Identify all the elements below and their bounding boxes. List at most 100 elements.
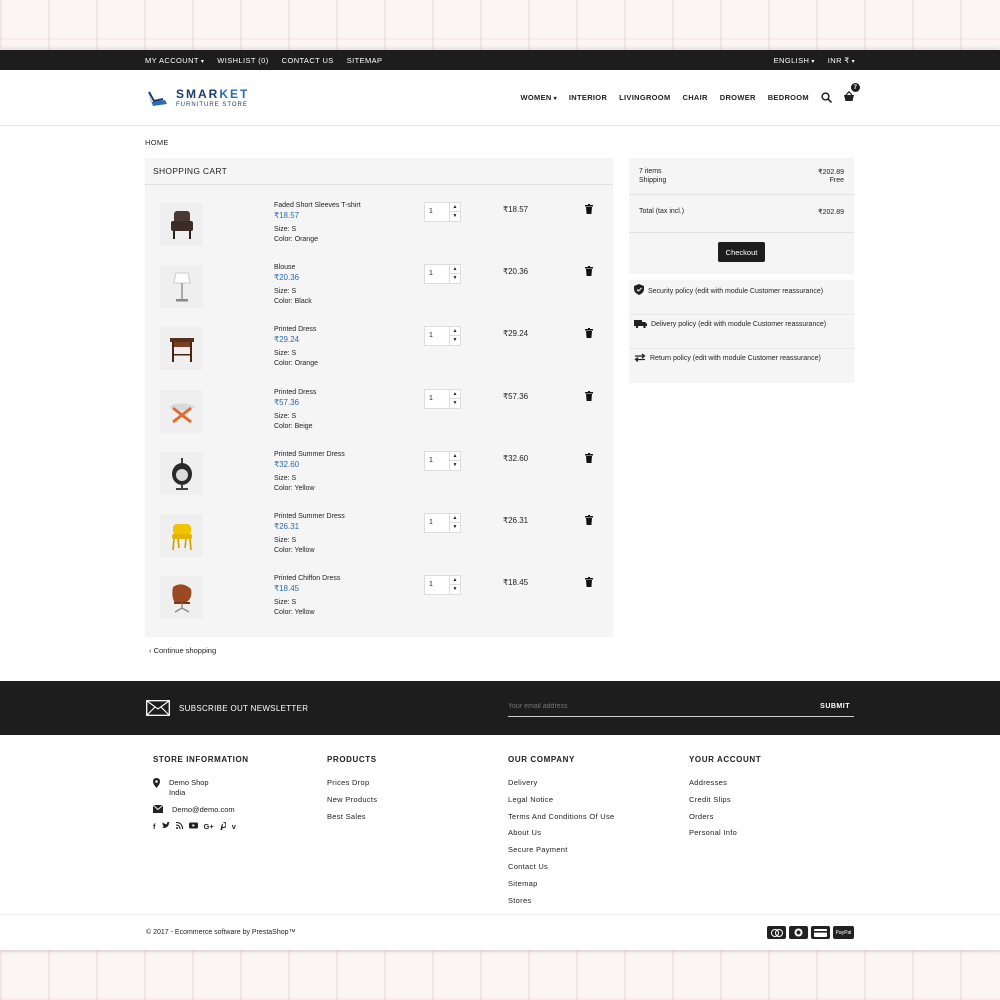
quantity-value[interactable]: 1 bbox=[429, 519, 433, 526]
quantity-up-icon[interactable]: ▲ bbox=[450, 327, 460, 336]
logo[interactable]: SMARKET FURNITURE STORE bbox=[145, 87, 249, 108]
quantity-up-icon[interactable]: ▲ bbox=[450, 265, 460, 274]
quantity-down-icon[interactable]: ▼ bbox=[450, 585, 460, 594]
trash-icon[interactable] bbox=[585, 453, 593, 463]
quantity-down-icon[interactable]: ▼ bbox=[450, 274, 460, 283]
quantity-stepper[interactable]: 1 ▲ ▼ bbox=[424, 326, 461, 346]
search-icon[interactable] bbox=[821, 92, 832, 103]
store-name: Demo Shop bbox=[169, 778, 209, 787]
quantity-down-icon[interactable]: ▼ bbox=[450, 212, 460, 221]
nav-item-drower[interactable]: DROWER bbox=[720, 93, 756, 102]
nav-item-livingroom[interactable]: LIVINGROOM bbox=[619, 93, 670, 102]
cart-button[interactable]: 7 bbox=[843, 83, 860, 104]
checkout-button[interactable]: Checkout bbox=[718, 242, 765, 262]
my-account-link[interactable]: MY ACCOUNT ▾ bbox=[145, 56, 204, 65]
quantity-up-icon[interactable]: ▲ bbox=[450, 390, 460, 399]
newsletter-email-input[interactable] bbox=[508, 703, 788, 710]
quantity-stepper[interactable]: 1 ▲ ▼ bbox=[424, 389, 461, 409]
quantity-stepper[interactable]: 1 ▲ ▼ bbox=[424, 451, 461, 471]
product-name-link[interactable]: Faded Short Sleeves T-shirt bbox=[274, 201, 361, 211]
nav-item-women[interactable]: WOMEN ▾ bbox=[521, 93, 557, 102]
store-country: India bbox=[169, 788, 186, 797]
breadcrumb[interactable]: HOME bbox=[145, 138, 169, 147]
summary-total-row: Total (tax incl.) ₹202.89 bbox=[639, 208, 844, 216]
footer-link-secure-payment[interactable]: Secure Payment bbox=[508, 845, 614, 854]
product-name-link[interactable]: Printed Summer Dress bbox=[274, 450, 345, 460]
quantity-value[interactable]: 1 bbox=[429, 270, 433, 277]
quantity-down-icon[interactable]: ▼ bbox=[450, 523, 460, 532]
footer-link-about-us[interactable]: About Us bbox=[508, 828, 614, 837]
product-name-link[interactable]: Blouse bbox=[274, 263, 312, 273]
product-name-link[interactable]: Printed Chiffon Dress bbox=[274, 574, 340, 584]
cart-row: Blouse ₹20.36 Size: S Color: Black 1 ▲ ▼ … bbox=[145, 263, 613, 325]
youtube-icon[interactable] bbox=[188, 822, 198, 829]
trash-icon[interactable] bbox=[585, 577, 593, 587]
quantity-value[interactable]: 1 bbox=[429, 332, 433, 339]
footer-link-orders[interactable]: Orders bbox=[689, 812, 761, 821]
footer-link-best-sales[interactable]: Best Sales bbox=[327, 812, 377, 821]
pinterest-icon[interactable] bbox=[220, 822, 226, 830]
contact-us-link[interactable]: CONTACT US bbox=[282, 56, 334, 65]
product-name-link[interactable]: Printed Summer Dress bbox=[274, 512, 345, 522]
product-thumbnail[interactable] bbox=[160, 327, 203, 370]
twitter-icon[interactable] bbox=[161, 822, 170, 829]
product-name-link[interactable]: Printed Dress bbox=[274, 388, 316, 398]
quantity-stepper[interactable]: 1 ▲ ▼ bbox=[424, 202, 461, 222]
wishlist-link[interactable]: WISHLIST (0) bbox=[217, 56, 268, 65]
product-thumbnail[interactable] bbox=[160, 452, 203, 495]
nav-item-interior[interactable]: INTERIOR bbox=[569, 93, 607, 102]
quantity-stepper[interactable]: 1 ▲ ▼ bbox=[424, 264, 461, 284]
footer-link-personal-info[interactable]: Personal Info bbox=[689, 828, 761, 837]
quantity-stepper[interactable]: 1 ▲ ▼ bbox=[424, 575, 461, 595]
facebook-icon[interactable]: f bbox=[153, 822, 156, 831]
quantity-down-icon[interactable]: ▼ bbox=[450, 336, 460, 345]
trash-icon[interactable] bbox=[585, 515, 593, 525]
quantity-value[interactable]: 1 bbox=[429, 395, 433, 402]
currency-selector[interactable]: INR ₹ ▾ bbox=[828, 56, 855, 65]
nav-item-bedroom[interactable]: BEDROOM bbox=[768, 93, 809, 102]
footer-link-addresses[interactable]: Addresses bbox=[689, 778, 761, 787]
quantity-value[interactable]: 1 bbox=[429, 457, 433, 464]
quantity-up-icon[interactable]: ▲ bbox=[450, 203, 460, 212]
footer-link-legal-notice[interactable]: Legal Notice bbox=[508, 795, 614, 804]
product-name-link[interactable]: Printed Dress bbox=[274, 325, 318, 335]
quantity-stepper[interactable]: 1 ▲ ▼ bbox=[424, 513, 461, 533]
sitemap-link[interactable]: SITEMAP bbox=[347, 56, 383, 65]
continue-shopping-link[interactable]: ‹ Continue shopping bbox=[149, 646, 216, 655]
footer-link-new-products[interactable]: New Products bbox=[327, 795, 377, 804]
footer-link-delivery[interactable]: Delivery bbox=[508, 778, 614, 787]
footer-link-credit-slips[interactable]: Credit Slips bbox=[689, 795, 761, 804]
product-thumbnail[interactable] bbox=[160, 514, 203, 557]
footer-link-contact-us[interactable]: Contact Us bbox=[508, 862, 614, 871]
google-plus-icon[interactable]: G+ bbox=[204, 822, 214, 831]
product-color: Color: Yellow bbox=[274, 485, 315, 492]
trash-icon[interactable] bbox=[585, 266, 593, 276]
store-email-link[interactable]: Demo@demo.com bbox=[172, 805, 235, 815]
footer-link-stores[interactable]: Stores bbox=[508, 896, 614, 905]
quantity-up-icon[interactable]: ▲ bbox=[450, 452, 460, 461]
quantity-down-icon[interactable]: ▼ bbox=[450, 399, 460, 408]
product-thumbnail[interactable] bbox=[160, 203, 203, 246]
rss-icon[interactable] bbox=[175, 822, 183, 829]
product-thumbnail[interactable] bbox=[160, 265, 203, 308]
nav-item-chair[interactable]: CHAIR bbox=[683, 93, 708, 102]
quantity-down-icon[interactable]: ▼ bbox=[450, 461, 460, 470]
trash-icon[interactable] bbox=[585, 391, 593, 401]
product-thumbnail[interactable] bbox=[160, 576, 203, 619]
quantity-value[interactable]: 1 bbox=[429, 581, 433, 588]
shield-icon bbox=[634, 284, 644, 295]
product-thumbnail[interactable] bbox=[160, 390, 203, 433]
product-size: Size: S bbox=[274, 350, 297, 357]
trash-icon[interactable] bbox=[585, 328, 593, 338]
quantity-value[interactable]: 1 bbox=[429, 208, 433, 215]
quantity-up-icon[interactable]: ▲ bbox=[450, 514, 460, 523]
footer-products: PRODUCTS Prices Drop New Products Best S… bbox=[327, 755, 377, 828]
footer-link-sitemap[interactable]: Sitemap bbox=[508, 879, 614, 888]
language-selector[interactable]: ENGLISH ▾ bbox=[774, 56, 815, 65]
footer-link-terms[interactable]: Terms And Conditions Of Use bbox=[508, 812, 614, 821]
trash-icon[interactable] bbox=[585, 204, 593, 214]
newsletter-submit-button[interactable]: SUBMIT bbox=[820, 703, 850, 710]
vimeo-icon[interactable]: v bbox=[232, 822, 236, 831]
quantity-up-icon[interactable]: ▲ bbox=[450, 576, 460, 585]
footer-link-prices-drop[interactable]: Prices Drop bbox=[327, 778, 377, 787]
